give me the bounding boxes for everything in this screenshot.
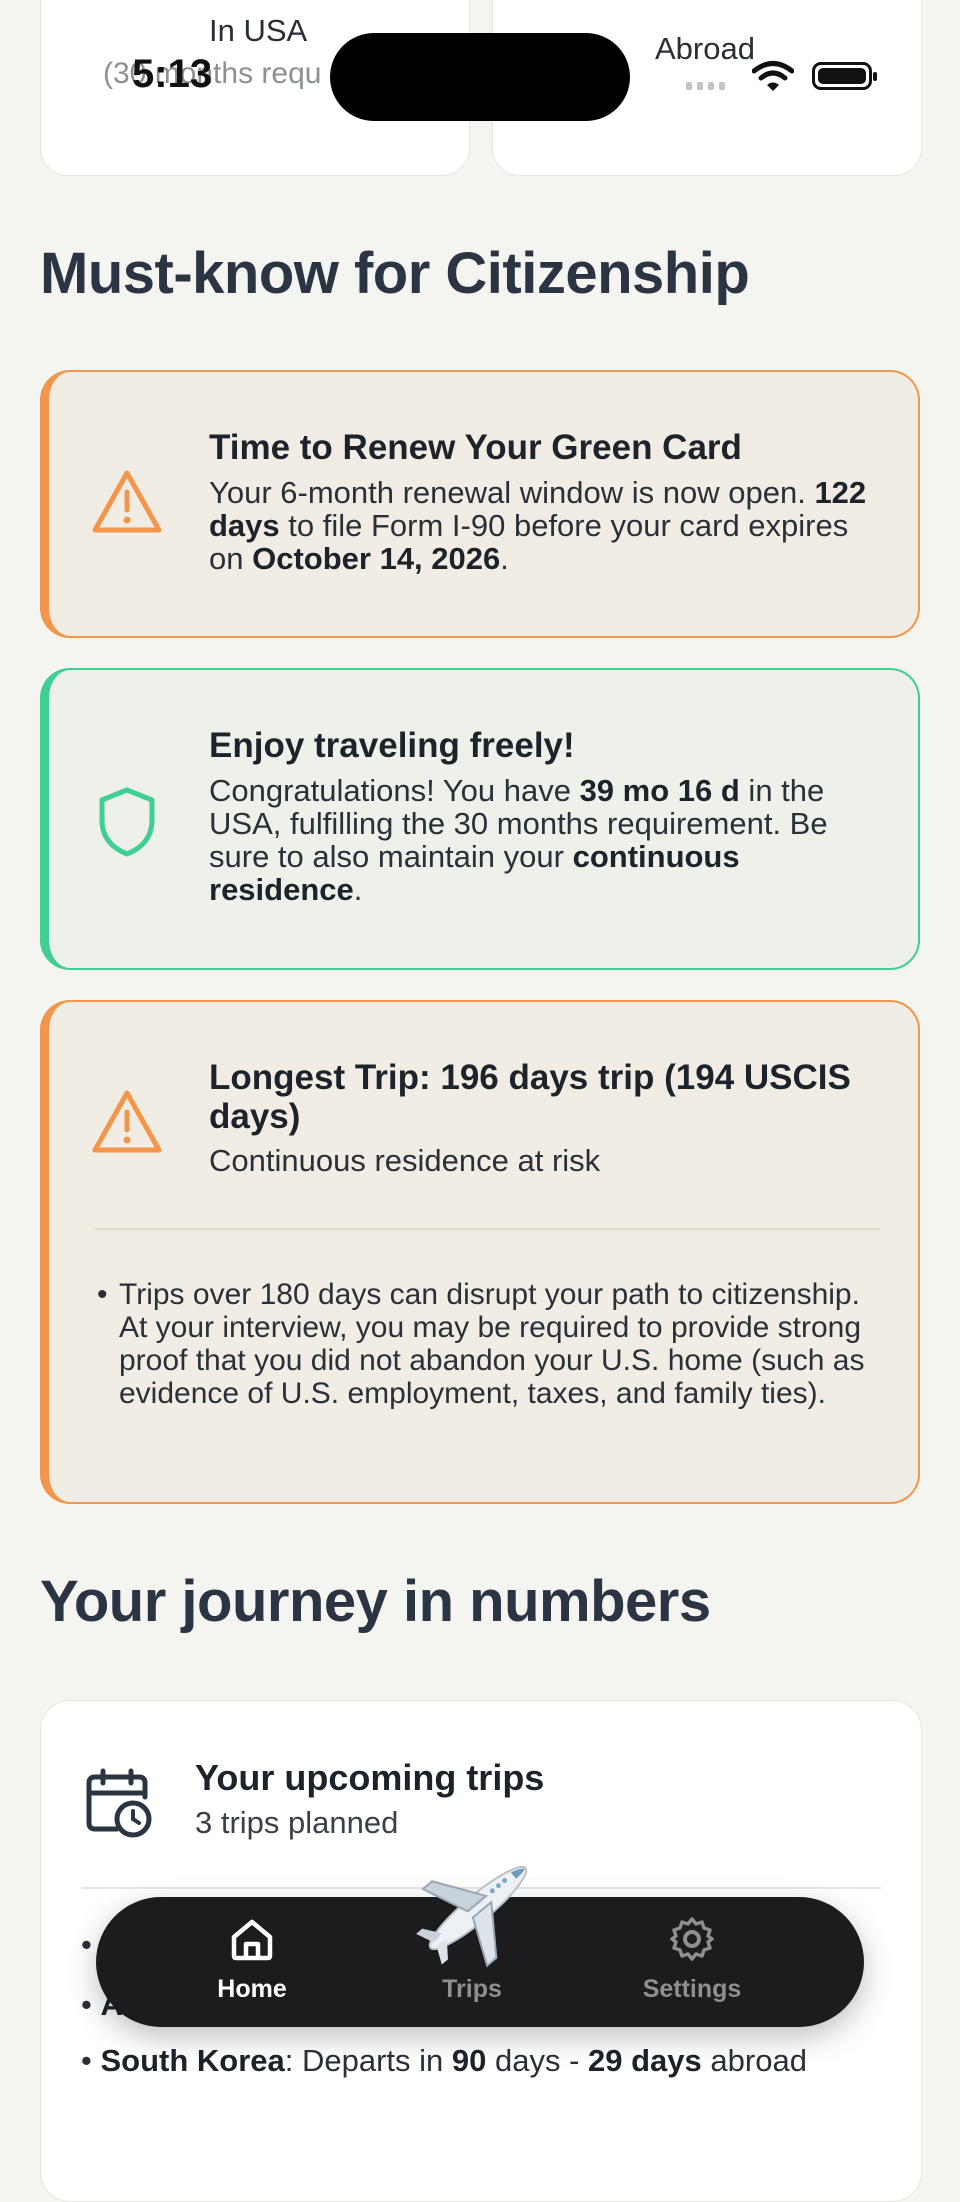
bullet-text: Trips over 180 days can disrupt your pat… (119, 1278, 865, 1410)
section-title-journey: Your journey in numbers (40, 1569, 711, 1634)
tab-home[interactable]: Home (152, 1897, 352, 2027)
gear-icon (670, 1917, 714, 1961)
warning-icon (92, 1090, 162, 1153)
alert-title: Longest Trip: 196 days trip (194 USCIS d… (209, 1058, 851, 1136)
airplane-icon[interactable] (408, 1838, 548, 1978)
bullet-dot: • (97, 1278, 108, 1311)
calendar-clock-icon (86, 1768, 152, 1838)
status-time: 5:13 (132, 52, 213, 96)
tab-settings[interactable]: Settings (592, 1897, 792, 2027)
dynamic-island (330, 33, 630, 121)
warning-icon (92, 470, 162, 533)
alert-body: Your 6-month renewal window is now open.… (209, 475, 867, 576)
home-icon (231, 1919, 273, 1961)
trip-row: • (81, 1927, 92, 1962)
cellular-signal-icon (686, 82, 725, 90)
alert-travel-freely[interactable]: Enjoy traveling freely! Congratulations!… (40, 668, 920, 970)
section-title-must-know: Must-know for Citizenship (40, 241, 750, 306)
alert-body: Congratulations! You have 39 mo 16 d in … (209, 773, 828, 907)
tab-label-home: Home (217, 1975, 287, 2003)
upcoming-trips-subtitle: 3 trips planned (195, 1805, 399, 1840)
stat-label-in-usa: In USA (209, 13, 308, 48)
stat-label-abroad: Abroad (655, 31, 755, 66)
upcoming-trips-title: Your upcoming trips (195, 1757, 545, 1798)
alert-longest-trip[interactable]: Longest Trip: 196 days trip (194 USCIS d… (40, 1000, 920, 1504)
alert-renew-green-card[interactable]: Time to Renew Your Green Card Your 6-mon… (40, 370, 920, 638)
wifi-icon (752, 61, 794, 91)
alert-title: Time to Renew Your Green Card (209, 428, 742, 467)
divider (94, 1228, 880, 1230)
trip-row-south-korea[interactable]: • South Korea: Departs in 90 days - 29 d… (81, 2043, 807, 2079)
alert-subtitle: Continuous residence at risk (209, 1143, 601, 1178)
tab-label-trips: Trips (442, 1975, 502, 2003)
tab-label-settings: Settings (642, 1975, 742, 2003)
battery-icon (812, 62, 877, 90)
alert-title: Enjoy traveling freely! (209, 726, 575, 765)
shield-icon (99, 787, 155, 857)
